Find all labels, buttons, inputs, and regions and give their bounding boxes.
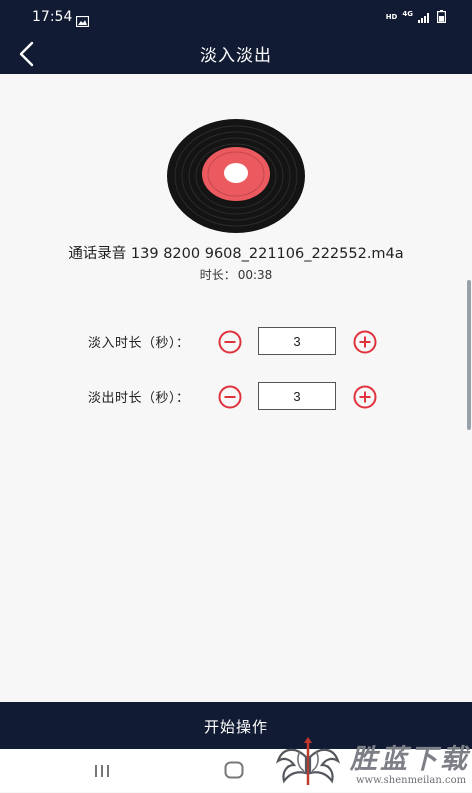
- plus-circle-icon: [353, 385, 377, 409]
- status-bar: 17:54 HD 4G: [0, 0, 472, 34]
- fade-out-row: 淡出时长（秒）：: [0, 381, 472, 411]
- hd-label: HD: [385, 13, 398, 21]
- fade-out-label: 淡出时长（秒）：: [88, 391, 190, 406]
- minus-circle-icon: [218, 330, 242, 354]
- duration: 时长： 00:38: [0, 266, 472, 283]
- fade-in-input[interactable]: [258, 327, 336, 355]
- signal-icon: [418, 8, 432, 27]
- duration-label: 时长：: [199, 268, 236, 282]
- duration-value: 00:38: [237, 268, 273, 282]
- watermark: 胜蓝下载 www.shenmeilan.com: [272, 733, 472, 792]
- network-type-label: 4G: [402, 9, 413, 18]
- app-header: 淡入淡出: [0, 34, 472, 74]
- vinyl-record-icon: [166, 118, 306, 234]
- fade-in-row: 淡入时长（秒）：: [0, 326, 472, 356]
- fade-in-increment-button[interactable]: [353, 330, 377, 354]
- fade-in-decrement-button[interactable]: [218, 330, 242, 354]
- main-content: 通话录音 139 8200 9608_221106_222552.m4a 时长：…: [0, 74, 472, 702]
- battery-icon: [437, 8, 447, 27]
- plus-circle-icon: [353, 330, 377, 354]
- dragon-emblem-icon: [275, 735, 341, 789]
- recents-icon[interactable]: [93, 763, 111, 777]
- fade-out-input[interactable]: [258, 382, 336, 410]
- image-icon: [75, 12, 90, 31]
- fade-out-decrement-button[interactable]: [218, 385, 242, 409]
- watermark-url: www.shenmeilan.com: [356, 775, 467, 786]
- status-icons: HD 4G: [385, 9, 447, 23]
- minus-circle-icon: [218, 385, 242, 409]
- home-icon[interactable]: [224, 761, 244, 779]
- file-name: 通话录音 139 8200 9608_221106_222552.m4a: [68, 246, 404, 262]
- page-title: 淡入淡出: [200, 46, 272, 66]
- scrollbar[interactable]: [467, 280, 471, 430]
- fade-out-increment-button[interactable]: [353, 385, 377, 409]
- status-time: 17:54: [32, 9, 73, 25]
- fade-in-label: 淡入时长（秒）：: [88, 336, 190, 351]
- watermark-title: 胜蓝下载: [350, 744, 470, 775]
